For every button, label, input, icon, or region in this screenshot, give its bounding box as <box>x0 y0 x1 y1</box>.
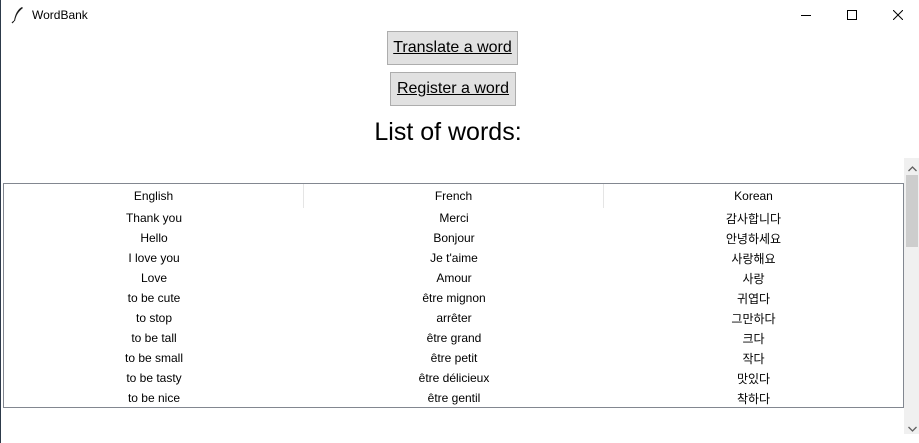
maximize-button[interactable] <box>829 0 875 30</box>
register-word-button[interactable]: Register a word <box>390 72 516 106</box>
table-row[interactable]: to be cute être mignon 귀엽다 <box>4 288 903 308</box>
table-row[interactable]: Thank you Merci 감사합니다 <box>4 208 903 228</box>
close-button[interactable] <box>875 0 919 30</box>
table-row[interactable]: to be tasty être délicieux 맛있다 <box>4 368 903 388</box>
feather-icon <box>10 6 26 24</box>
scroll-up-arrow-icon <box>907 157 917 176</box>
cell-english: to stop <box>135 311 173 325</box>
table-row[interactable]: I love you Je t'aime 사랑해요 <box>4 248 903 268</box>
table-row[interactable]: Love Amour 사랑 <box>4 268 903 288</box>
column-header-korean[interactable]: Korean <box>604 184 903 208</box>
cell-french: Amour <box>436 271 472 285</box>
cell-english: Thank you <box>125 211 183 225</box>
table-body: Thank you Merci 감사합니다 Hello Bonjour 안녕하세… <box>4 208 903 407</box>
column-header-english[interactable]: English <box>4 184 304 208</box>
scroll-down-button[interactable] <box>904 418 919 434</box>
scroll-up-button[interactable] <box>904 158 919 174</box>
cell-french: être grand <box>426 331 482 345</box>
cell-english: Hello <box>140 231 168 245</box>
table-row[interactable]: to be small être petit 작다 <box>4 348 903 368</box>
scrollbar-thumb[interactable] <box>906 175 918 247</box>
cell-korean: 사랑 <box>742 271 765 286</box>
cell-french: Bonjour <box>433 231 475 245</box>
cell-korean: 그만하다 <box>731 311 776 326</box>
cell-korean: 감사합니다 <box>725 211 782 226</box>
maximize-icon <box>847 10 857 20</box>
cell-english: to be tall <box>131 331 177 345</box>
cell-english: to be small <box>124 351 184 365</box>
cell-korean: 안녕하세요 <box>725 231 782 246</box>
cell-french: être délicieux <box>418 371 490 385</box>
cell-french: arrêter <box>436 311 472 325</box>
title-bar[interactable]: WordBank <box>1 0 919 30</box>
cell-french: Merci <box>439 211 469 225</box>
cell-english: to be tasty <box>126 371 182 385</box>
table-row[interactable]: Hello Bonjour 안녕하세요 <box>4 228 903 248</box>
cell-korean: 사랑해요 <box>731 251 776 266</box>
vertical-scrollbar[interactable] <box>904 158 919 434</box>
cell-english: to be nice <box>127 391 181 405</box>
cell-english: I love you <box>128 251 180 265</box>
cell-korean: 작다 <box>742 351 765 366</box>
scroll-down-arrow-icon <box>907 417 917 436</box>
word-table[interactable]: English French Korean Thank you Merci 감사… <box>3 183 904 408</box>
translate-word-button[interactable]: Translate a word <box>387 31 518 65</box>
cell-french: Je t'aime <box>430 251 478 265</box>
column-header-french[interactable]: French <box>304 184 604 208</box>
table-row[interactable]: to stop arrêter 그만하다 <box>4 308 903 328</box>
cell-french: être mignon <box>422 291 486 305</box>
window-title: WordBank <box>32 8 88 22</box>
cell-english: to be cute <box>127 291 181 305</box>
table-row[interactable]: to be nice être gentil 착하다 <box>4 388 903 407</box>
table-row[interactable]: to be tall être grand 크다 <box>4 328 903 348</box>
app-window: WordBank Translate a word Register a wor… <box>0 0 919 443</box>
cell-korean: 귀엽다 <box>736 291 771 306</box>
cell-french: être gentil <box>427 391 481 405</box>
cell-korean: 맛있다 <box>736 371 771 386</box>
minimize-icon <box>801 10 811 20</box>
cell-french: être petit <box>430 351 478 365</box>
cell-korean: 크다 <box>742 331 765 346</box>
cell-english: Love <box>140 271 168 285</box>
word-list-heading: List of words: <box>374 118 522 146</box>
close-icon <box>893 10 903 20</box>
minimize-button[interactable] <box>783 0 829 30</box>
cell-korean: 착하다 <box>736 391 771 406</box>
table-header: English French Korean <box>4 184 903 208</box>
